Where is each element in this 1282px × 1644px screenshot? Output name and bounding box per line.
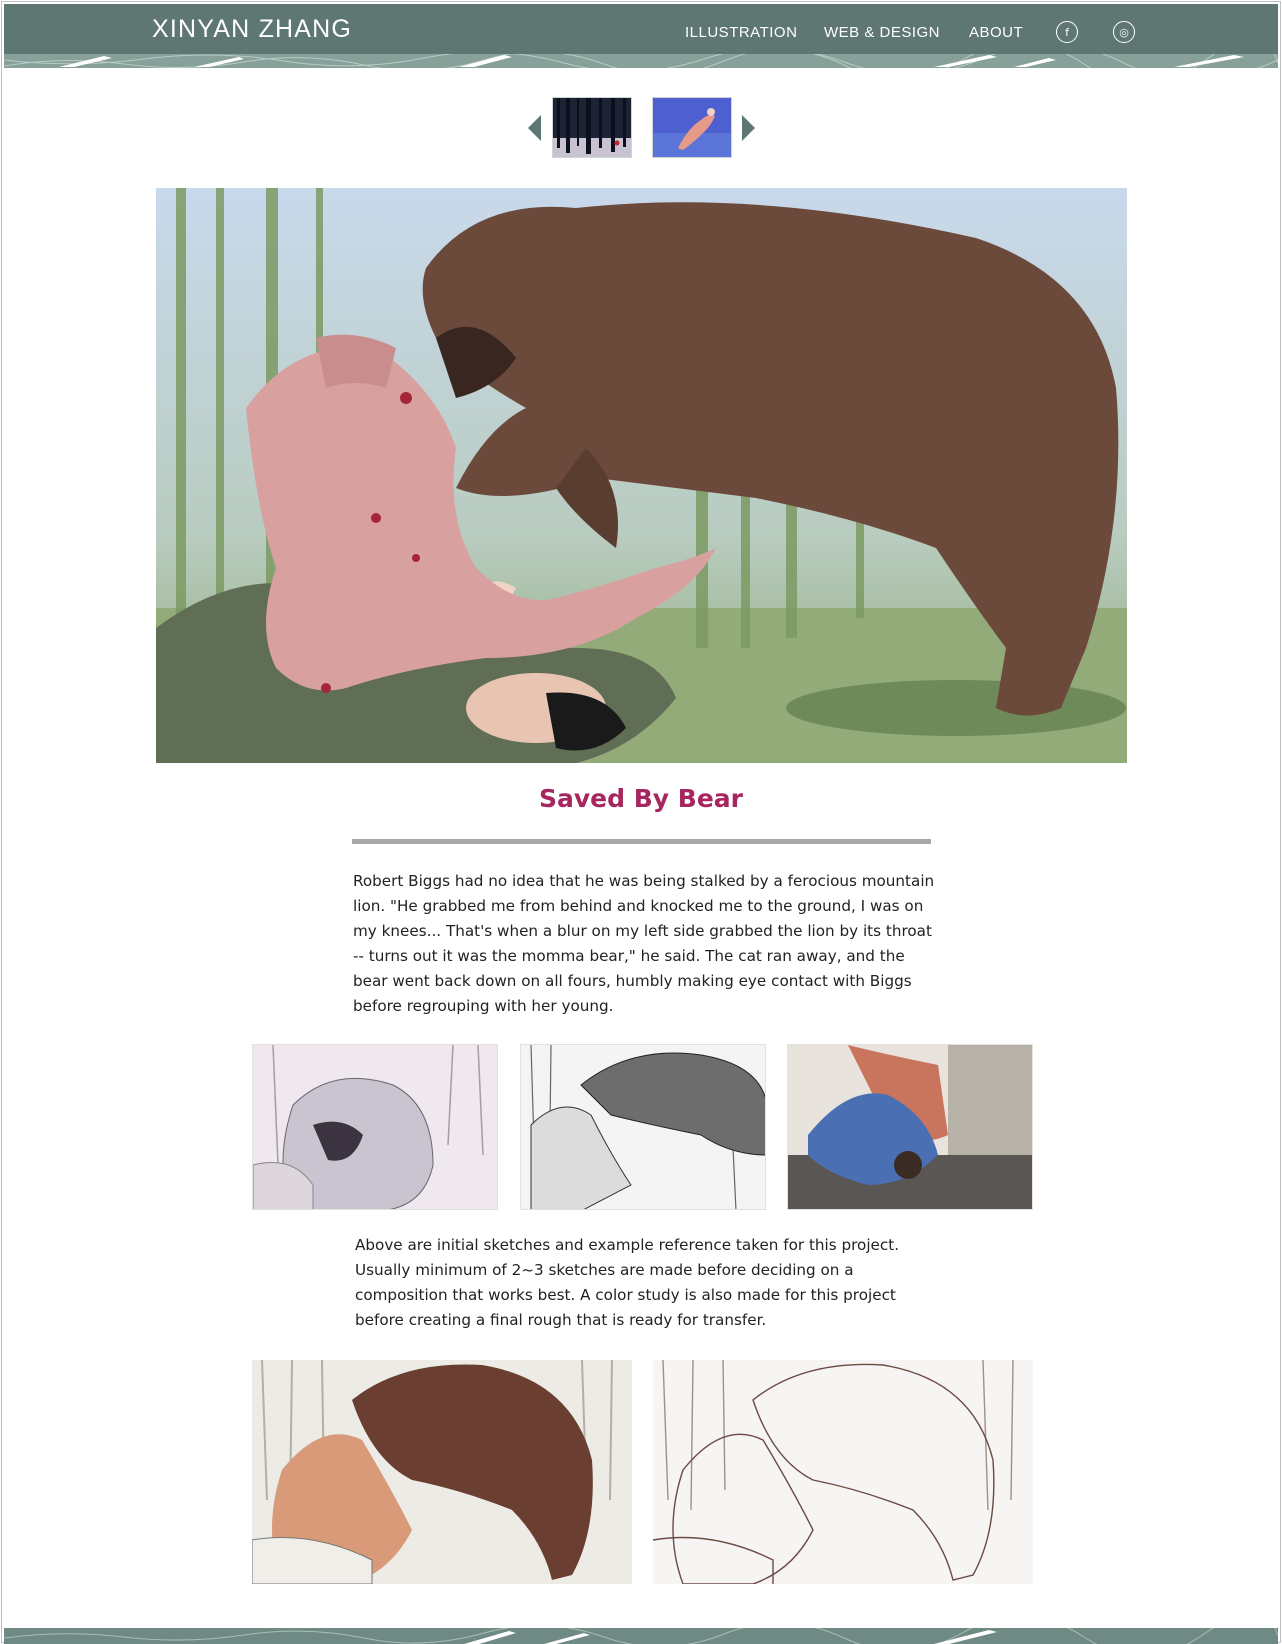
- forest-thumbnail[interactable]: [552, 97, 632, 158]
- artwork-description: Robert Biggs had no idea that he was bei…: [353, 872, 935, 1015]
- nav-illustration[interactable]: ILLUSTRATION: [685, 24, 797, 41]
- facebook-icon[interactable]: f: [1056, 21, 1078, 43]
- color-study-image: [252, 1360, 632, 1584]
- sketch-image: [520, 1044, 766, 1210]
- reference-photo: [787, 1044, 1033, 1210]
- triangle-right-icon[interactable]: [742, 115, 755, 141]
- title-divider: [352, 839, 931, 844]
- footer-pattern-band: [4, 1628, 1278, 1644]
- main-artwork-image: [156, 188, 1127, 763]
- sketch-image: [252, 1044, 498, 1210]
- process-description: Above are initial sketches and example r…: [355, 1236, 900, 1329]
- nav-web-design[interactable]: WEB & DESIGN: [824, 24, 940, 41]
- site-header: XINYAN ZHANG ILLUSTRATION WEB & DESIGN A…: [4, 4, 1278, 68]
- instagram-icon[interactable]: ◎: [1113, 21, 1135, 43]
- triangle-left-icon[interactable]: [528, 115, 541, 141]
- site-logo[interactable]: XINYAN ZHANG: [152, 15, 352, 44]
- artwork-title: Saved By Bear: [539, 784, 743, 813]
- nav-about[interactable]: ABOUT: [969, 24, 1023, 41]
- final-rough-image: [653, 1360, 1033, 1584]
- underwater-thumbnail[interactable]: [652, 97, 732, 158]
- header-pattern-band: [4, 54, 1278, 68]
